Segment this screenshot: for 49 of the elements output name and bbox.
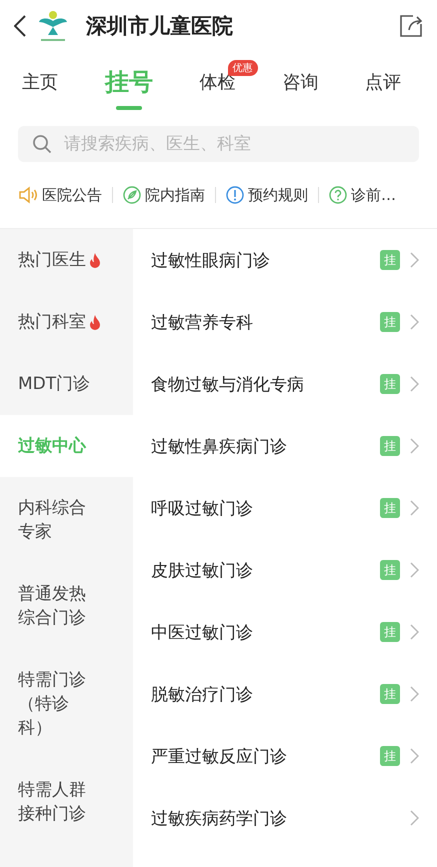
nav-tab[interactable]: 咨询 (282, 66, 318, 94)
clinic-row[interactable]: 严重过敏反应门诊 挂 (133, 725, 437, 787)
search-field[interactable]: 请搜索疾病、医生、科室 (18, 126, 419, 162)
register-badge: 挂 (380, 498, 400, 518)
clinic-row[interactable]: 脱敏治疗门诊 挂 (133, 663, 437, 725)
logo-drawing (36, 9, 70, 43)
clinic-row[interactable]: 皮肤过敏门诊 挂 (133, 539, 437, 601)
clinic-row[interactable]: 过敏疾病药学门诊 (133, 787, 437, 849)
clinic-row[interactable]: 中医过敏门诊 挂 (133, 601, 437, 663)
register-badge: 挂 (380, 250, 400, 270)
chevron-right-icon (410, 562, 419, 578)
clinic-row[interactable]: 过敏营养专科 挂 (133, 291, 437, 353)
promo-badge: 优惠 (228, 60, 258, 76)
chevron-right-icon (410, 686, 419, 702)
hospital-title: 深圳市儿童医院 (86, 13, 234, 40)
shortcut-link[interactable]: 医院公告 (18, 186, 102, 204)
register-badge: 挂 (380, 684, 400, 704)
shortcut-link[interactable]: 诊前… (329, 186, 396, 204)
register-badge: 挂 (380, 374, 400, 394)
chevron-right-icon (410, 624, 419, 640)
leaf-icon (123, 186, 141, 204)
register-badge: 挂 (380, 560, 400, 580)
back-icon[interactable] (14, 15, 26, 37)
nav-tab[interactable]: 主页 (22, 66, 58, 94)
tab-underline (116, 106, 142, 110)
register-badge: 挂 (380, 622, 400, 642)
help-icon (329, 186, 347, 204)
chevron-right-icon (410, 252, 419, 268)
info-icon (226, 186, 244, 204)
nav-tab[interactable]: 点评 (365, 66, 401, 94)
shortcut-link[interactable]: 院内指南 (123, 186, 205, 204)
search-icon (32, 134, 52, 154)
speaker-icon (18, 186, 38, 204)
clinic-row[interactable]: 过敏性鼻疾病门诊 挂 (133, 415, 437, 477)
chevron-right-icon (410, 314, 419, 330)
clinic-row[interactable]: 食物过敏与消化专病 挂 (133, 353, 437, 415)
chevron-right-icon (410, 500, 419, 516)
chevron-right-icon (410, 438, 419, 454)
chevron-right-icon (410, 376, 419, 392)
chevron-right-icon (410, 748, 419, 764)
register-badge: 挂 (380, 312, 400, 332)
clinic-row[interactable]: 呼吸过敏门诊 挂 (133, 477, 437, 539)
search-input[interactable]: 请搜索疾病、医生、科室 (62, 133, 405, 155)
share-icon[interactable] (399, 14, 423, 38)
shortcut-link[interactable]: 预约规则 (226, 186, 308, 204)
register-badge: 挂 (380, 436, 400, 456)
chevron-right-icon (410, 810, 419, 826)
register-badge: 挂 (380, 746, 400, 766)
clinic-row[interactable]: 过敏性眼病门诊 挂 (133, 229, 437, 291)
